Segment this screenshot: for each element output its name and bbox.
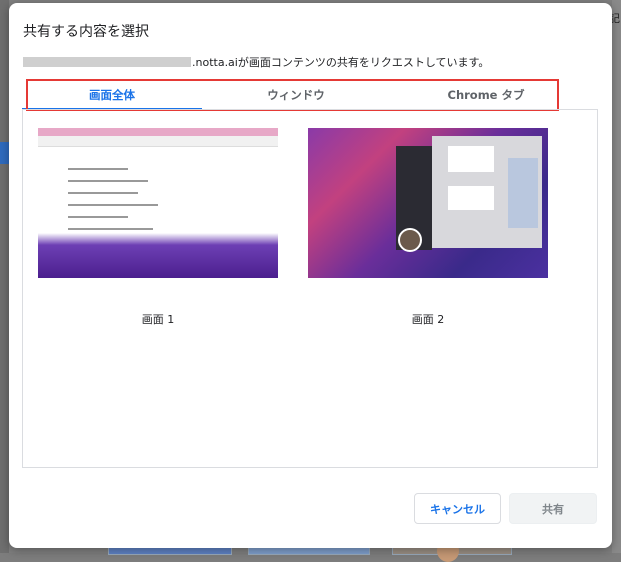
request-message: が画面コンテンツの共有をリクエストしています。: [237, 56, 490, 69]
dialog-subtitle: .notta.ai が画面コンテンツの共有をリクエストしています。: [23, 54, 489, 70]
tab-window[interactable]: ウィンドウ: [202, 80, 390, 110]
screen-label: 画面 1: [141, 313, 175, 326]
dialog-title: 共有する内容を選択: [23, 24, 149, 40]
screen-label: 画面 2: [411, 313, 445, 326]
screen-option-2[interactable]: 画面 2: [308, 128, 548, 326]
background-left-strip: [0, 0, 9, 553]
tab-label: ウィンドウ: [267, 88, 325, 102]
tab-entire-screen[interactable]: 画面全体: [22, 80, 202, 110]
tab-label: Chrome タブ: [447, 88, 525, 102]
share-button[interactable]: 共有: [509, 493, 597, 524]
screen-option-1[interactable]: 画面 1: [38, 128, 278, 326]
requesting-domain: .notta.ai: [192, 55, 238, 69]
background-left-accent: [0, 142, 9, 164]
tab-chrome-tab[interactable]: Chrome タブ: [390, 80, 582, 110]
share-screen-dialog: 共有する内容を選択 .notta.ai が画面コンテンツの共有をリクエストしてい…: [9, 3, 612, 548]
tab-label: 画面全体: [89, 88, 135, 102]
redacted-domain-prefix: [23, 57, 191, 67]
screen-thumbnail: [308, 128, 548, 278]
share-source-tabs: 画面全体 ウィンドウ Chrome タブ: [22, 80, 598, 110]
screen-thumbnail: [38, 128, 278, 278]
cancel-button[interactable]: キャンセル: [414, 493, 501, 524]
background-right-panel: [612, 0, 621, 553]
screen-list-panel: 画面 1 画面 2: [22, 109, 598, 468]
